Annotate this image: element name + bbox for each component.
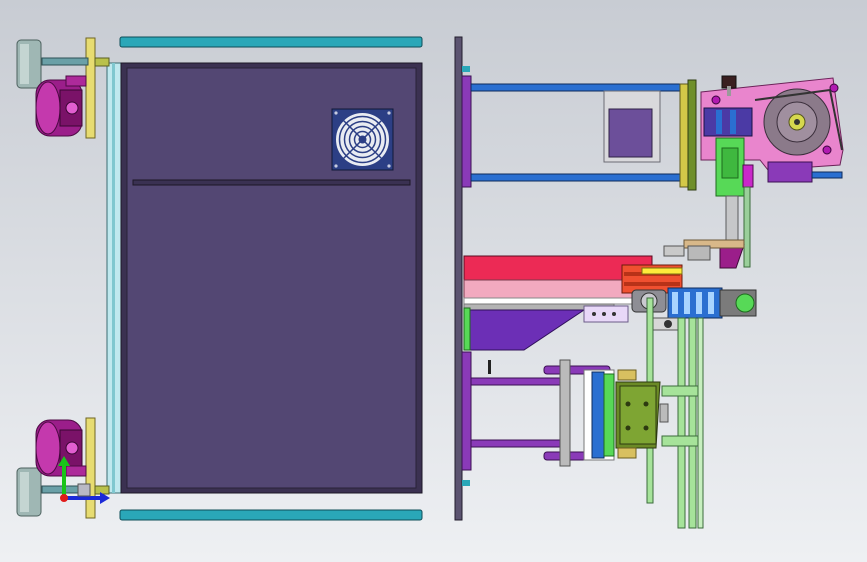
mounting-plate-top [85, 37, 96, 139]
top-rail[interactable] [119, 36, 423, 48]
cad-viewport[interactable] [0, 0, 867, 562]
door-handle-bar[interactable] [132, 179, 411, 186]
guide-rod [725, 195, 739, 243]
control-box-window [608, 108, 653, 158]
frame-left-post [461, 75, 472, 188]
glass-edge-line [112, 63, 115, 493]
frame-top-beam [470, 83, 687, 92]
caster-wheel-bottom [35, 419, 87, 477]
center-divider-column[interactable] [454, 36, 463, 521]
bottom-rail[interactable] [119, 509, 423, 521]
cabinet-assembly[interactable] [106, 36, 423, 521]
roller-unit [703, 107, 753, 137]
frame-bottom-beam [470, 173, 687, 182]
caster-wheel-top [35, 75, 87, 137]
tape-cutter-block [767, 161, 813, 183]
mounting-plate-bottom [85, 417, 96, 519]
fan-grille-icon [331, 108, 394, 171]
leveling-screw [41, 57, 89, 66]
